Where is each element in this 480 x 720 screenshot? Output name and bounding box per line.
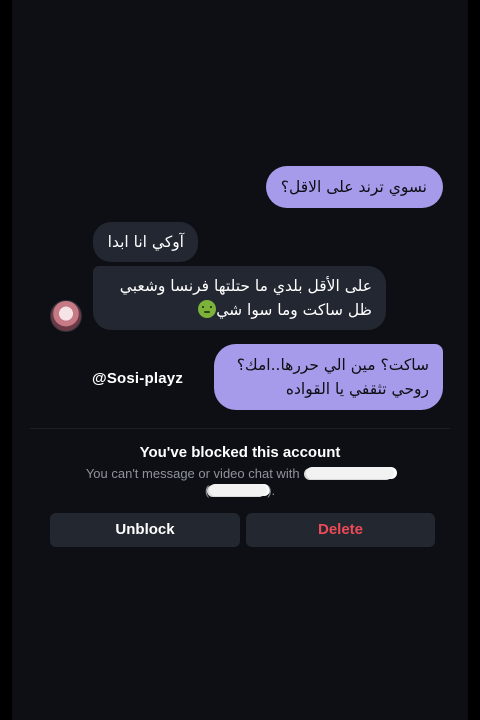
redaction-scribble [209, 484, 268, 496]
message-line: على الأقل بلدي ما حتلتها فرنسا وشعبي [119, 277, 372, 295]
message-outgoing[interactable]: نسوي ترند على الاقل؟ [266, 166, 443, 208]
message-line: روحي تثقفي يا القواده [285, 380, 429, 398]
nauseated-face-icon [198, 300, 217, 318]
message-incoming[interactable]: آوكي انا ابدا [93, 222, 198, 262]
delete-button[interactable]: Delete [246, 513, 435, 547]
message-line: ظل ساكت وما سوا شي [216, 301, 372, 319]
blocked-subtitle-text: You can't message or video chat with [85, 466, 300, 481]
unblock-button[interactable]: Unblock [50, 513, 240, 547]
screen: نسوي ترند على الاقل؟ آوكي انا ابدا على ا… [0, 0, 480, 720]
divider [30, 428, 450, 429]
message-line: ساكت؟ مين الي حررها..امك؟ [236, 356, 429, 374]
message-text: آوكي انا ابدا [107, 233, 184, 251]
blocked-title: You've blocked this account [139, 444, 341, 461]
blocked-subtitle: You can't message or video chat with (). [70, 465, 410, 499]
avatar[interactable] [50, 300, 82, 332]
message-text: نسوي ترند على الاقل؟ [280, 178, 427, 196]
message-line-with-emoji: ظل ساكت وما سوا شي [107, 298, 372, 322]
redaction-scribble [306, 467, 395, 479]
blocked-subtitle-suffix: ). [267, 483, 276, 498]
watermark: @Sosi-playz [92, 370, 184, 387]
message-incoming[interactable]: على الأقل بلدي ما حتلتها فرنسا وشعبي ظل … [93, 266, 386, 330]
message-outgoing[interactable]: ساكت؟ مين الي حررها..امك؟ روحي تثقفي يا … [214, 344, 443, 410]
